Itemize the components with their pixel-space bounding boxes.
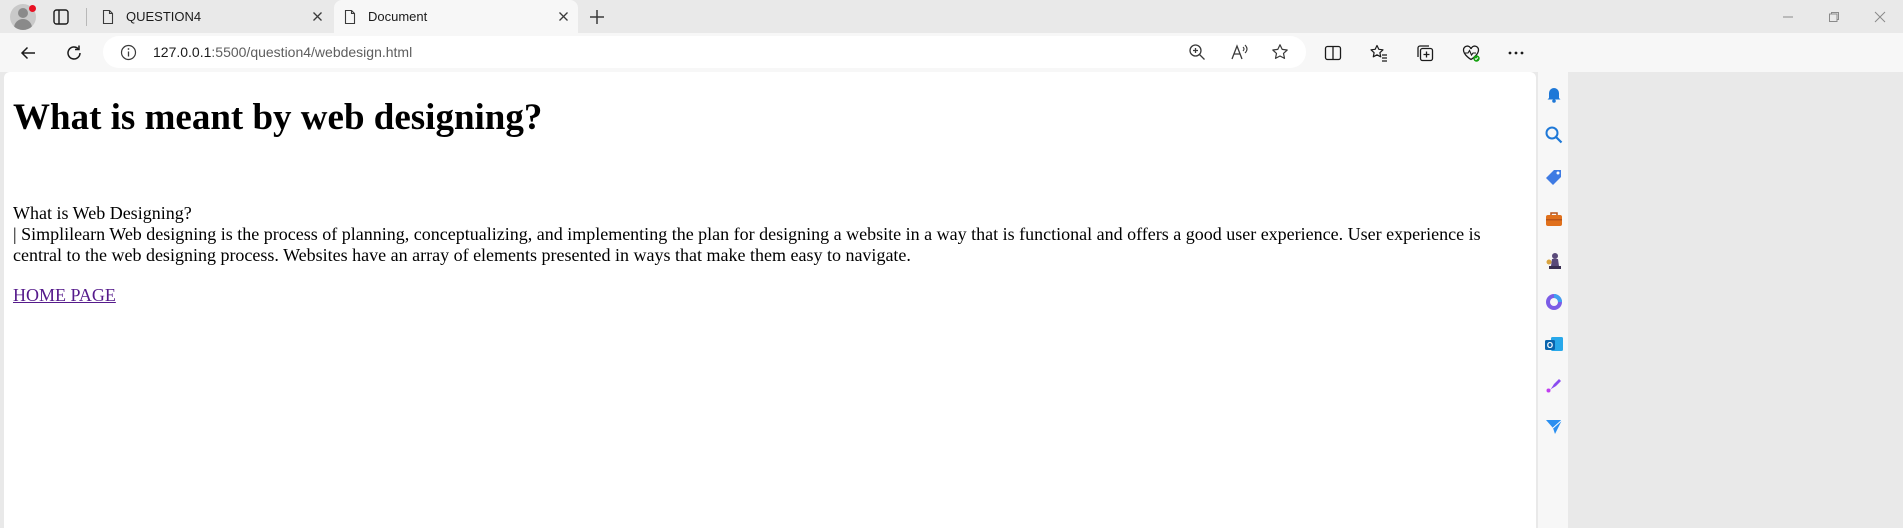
page-heading: What is meant by web designing?: [13, 97, 543, 138]
url-host: 127.0.0.1: [153, 44, 212, 60]
close-icon[interactable]: [555, 8, 572, 25]
document-icon: [344, 9, 356, 24]
tab-title: Document: [368, 9, 428, 24]
minimize-button[interactable]: [1765, 0, 1811, 33]
svg-text:O: O: [1547, 341, 1553, 350]
tab-strip: QUESTION4 Document: [0, 0, 1903, 33]
favorites-icon[interactable]: [1367, 41, 1391, 65]
paragraph-text: | Simplilearn Web designing is the proce…: [13, 224, 1481, 265]
notification-dot: [29, 5, 36, 12]
tab-divider: [86, 8, 87, 26]
read-aloud-icon[interactable]: [1230, 43, 1248, 61]
question-text: What is Web Designing?: [13, 203, 192, 223]
tab-document[interactable]: Document: [334, 0, 578, 33]
zoom-icon[interactable]: [1188, 43, 1206, 61]
plus-icon[interactable]: [586, 6, 608, 28]
star-icon[interactable]: [1271, 43, 1289, 61]
send-icon[interactable]: [1543, 415, 1565, 437]
restore-button[interactable]: [1811, 0, 1857, 33]
chess-icon[interactable]: [1543, 250, 1565, 272]
document-icon: [102, 9, 114, 24]
browser-toolbar: 127.0.0.1:5500/question4/webdesign.html: [0, 33, 1903, 72]
close-window-button[interactable]: [1857, 0, 1903, 33]
url-text[interactable]: 127.0.0.1:5500/question4/webdesign.html: [153, 44, 412, 60]
edge-sidebar: O: [1538, 33, 1568, 528]
briefcase-icon[interactable]: [1543, 208, 1565, 230]
tag-icon[interactable]: [1543, 166, 1565, 188]
tab-actions-icon[interactable]: [50, 6, 72, 28]
tab-question4[interactable]: QUESTION4: [92, 0, 332, 33]
search-icon[interactable]: [1543, 124, 1565, 146]
url-path: :5500/question4/webdesign.html: [211, 44, 413, 60]
designer-icon[interactable]: [1543, 374, 1565, 396]
heart-icon[interactable]: [1459, 41, 1483, 65]
tab-title: QUESTION4: [126, 9, 202, 24]
home-page-link[interactable]: HOME PAGE: [13, 285, 116, 306]
info-icon[interactable]: [120, 44, 137, 61]
back-arrow-icon[interactable]: [16, 41, 40, 65]
bell-icon[interactable]: [1543, 83, 1565, 105]
more-icon[interactable]: [1504, 41, 1528, 65]
close-icon[interactable]: [309, 8, 326, 25]
split-screen-icon[interactable]: [1321, 41, 1345, 65]
office-icon[interactable]: [1543, 291, 1565, 313]
web-page: What is meant by web designing? What is …: [4, 72, 1536, 528]
refresh-icon[interactable]: [62, 41, 86, 65]
outlook-icon[interactable]: O: [1543, 333, 1565, 355]
collections-icon[interactable]: [1413, 41, 1437, 65]
window-controls: [1765, 0, 1903, 33]
address-bar[interactable]: 127.0.0.1:5500/question4/webdesign.html: [103, 36, 1306, 68]
